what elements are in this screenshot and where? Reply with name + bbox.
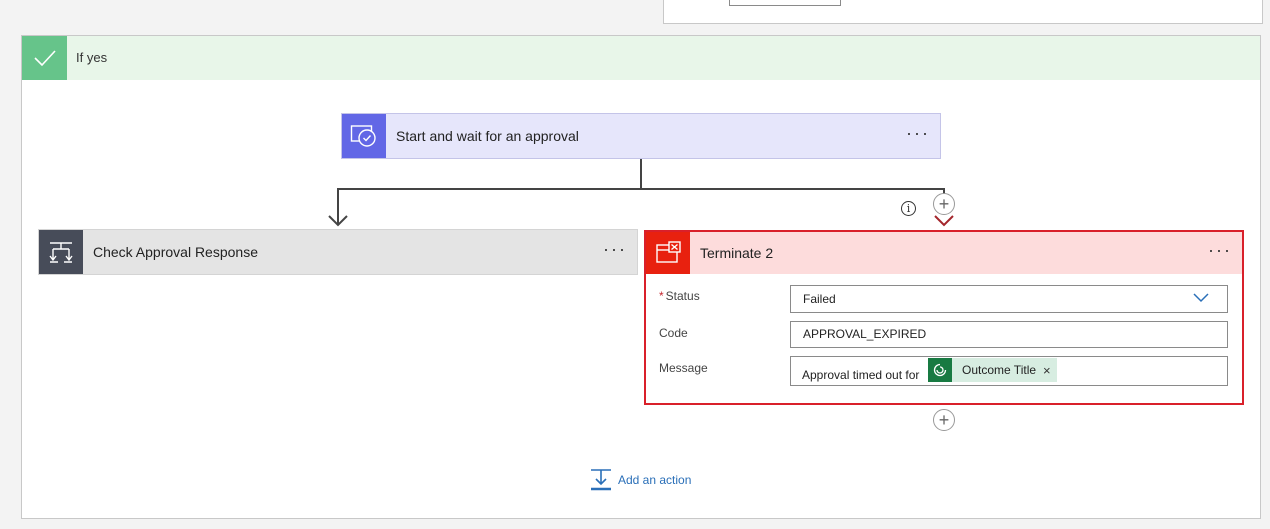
if-yes-title: If yes xyxy=(76,50,108,65)
arrow-down-icon xyxy=(328,215,348,227)
message-text: Approval timed out for xyxy=(802,368,920,382)
connector-line xyxy=(640,159,642,189)
add-action-button[interactable]: Add an action xyxy=(590,468,691,492)
more-options-button[interactable]: ··· xyxy=(1205,241,1235,259)
arrow-down-icon xyxy=(934,215,954,227)
info-icon[interactable]: i xyxy=(901,201,916,216)
approval-icon xyxy=(342,114,386,158)
dynamic-content-token[interactable]: Outcome Title × xyxy=(928,358,1057,382)
checkmark-icon xyxy=(22,36,67,80)
if-yes-header[interactable] xyxy=(22,36,1260,80)
add-action-label: Add an action xyxy=(618,473,692,487)
insert-step-button[interactable]: + xyxy=(933,409,955,431)
dataverse-icon xyxy=(928,358,952,382)
add-action-icon xyxy=(591,469,611,491)
code-input[interactable]: APPROVAL_EXPIRED xyxy=(790,321,1228,348)
message-label: Message xyxy=(659,361,708,375)
condition-icon xyxy=(39,230,83,274)
more-options-button[interactable]: ··· xyxy=(600,240,630,258)
more-options-button[interactable]: ··· xyxy=(903,124,933,142)
code-label: Code xyxy=(659,326,688,340)
connector-line xyxy=(337,188,945,190)
token-label: Outcome Title xyxy=(962,363,1037,377)
terminate-title: Terminate 2 xyxy=(700,245,774,261)
chevron-down-icon[interactable] xyxy=(1192,291,1210,305)
insert-step-button[interactable]: + xyxy=(933,193,955,215)
check-approval-title: Check Approval Response xyxy=(93,244,258,260)
terminate-icon xyxy=(646,232,690,274)
status-label: * Status xyxy=(659,289,700,303)
remove-token-button[interactable]: × xyxy=(1043,363,1051,378)
approval-action-title: Start and wait for an approval xyxy=(396,128,579,144)
status-dropdown[interactable]: Failed xyxy=(790,285,1228,313)
required-marker: * xyxy=(659,289,664,303)
previous-step-input[interactable] xyxy=(729,0,841,6)
status-label-text: Status xyxy=(665,289,700,303)
